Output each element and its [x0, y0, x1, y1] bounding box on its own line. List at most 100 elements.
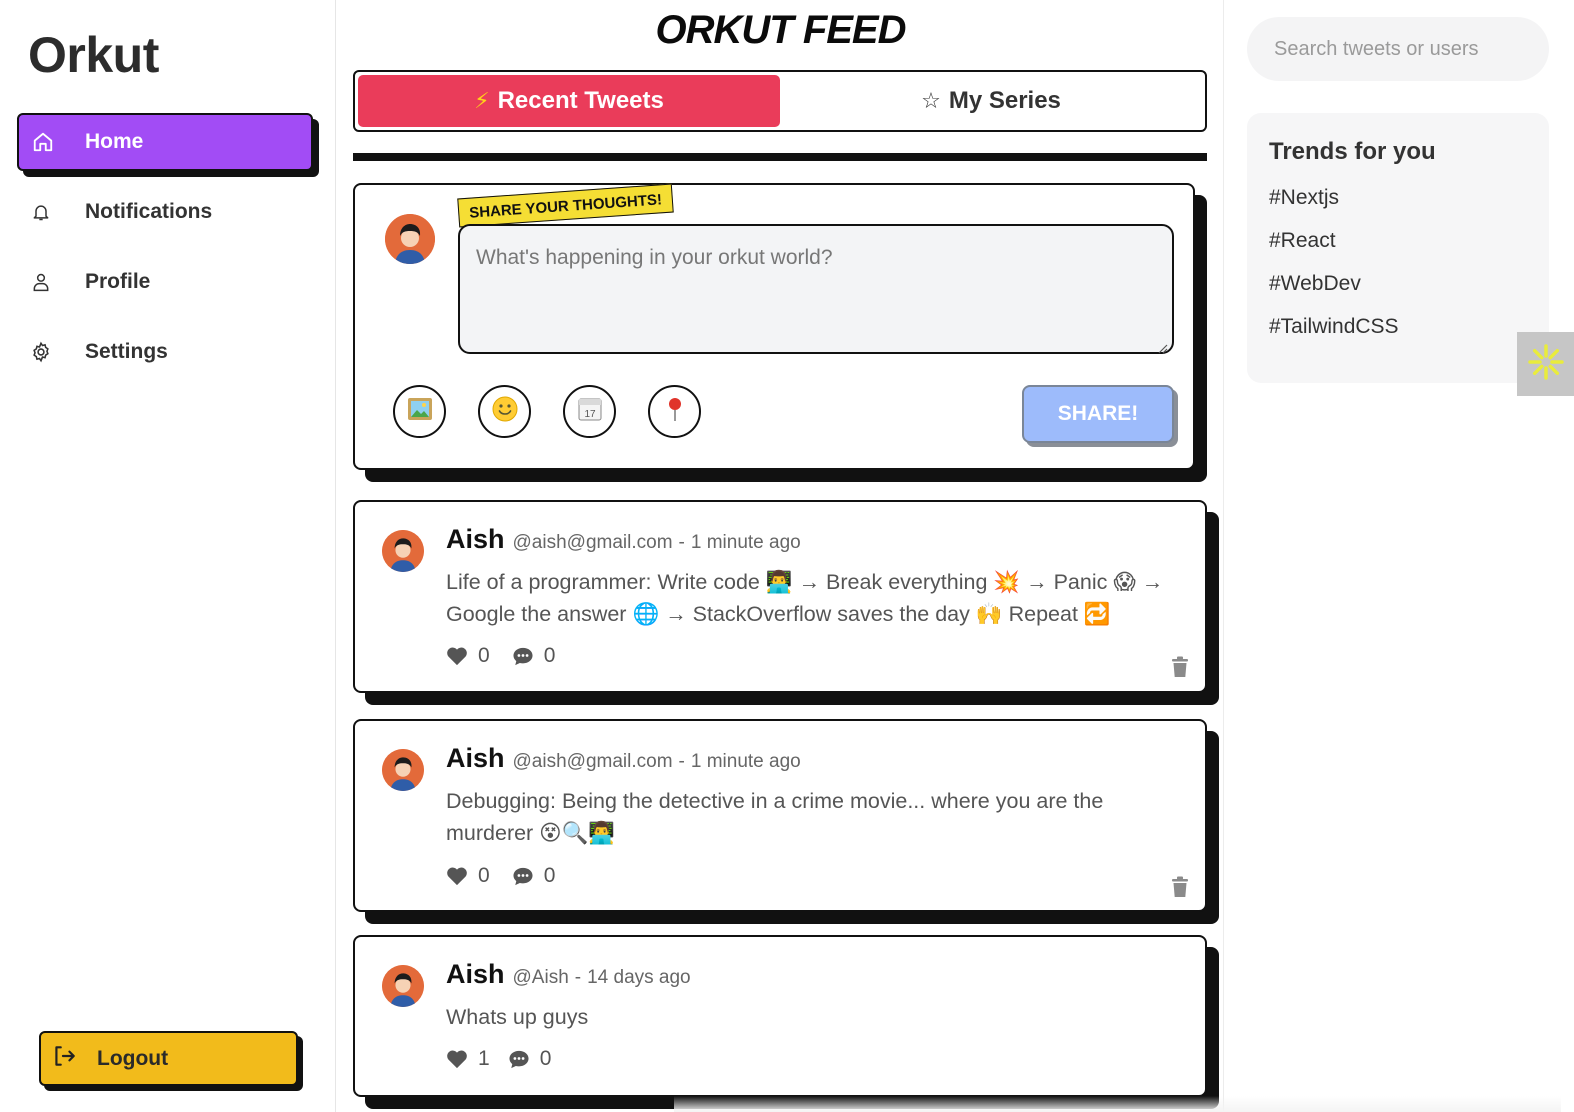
- location-pin-icon: [665, 396, 685, 427]
- tweet-actions: 1 0: [446, 1047, 573, 1071]
- tweet-meta-separator: -: [678, 532, 685, 553]
- tweet-card: Aish @aish@gmail.com - 1 minute ago Life…: [353, 500, 1207, 693]
- resize-handle-icon[interactable]: [1156, 336, 1168, 354]
- tweet-handle: @aish@gmail.com: [512, 532, 673, 553]
- trend-item[interactable]: #Nextjs: [1269, 186, 1527, 229]
- comment-button[interactable]: 0: [512, 864, 556, 888]
- search-input[interactable]: [1247, 17, 1549, 81]
- avatar[interactable]: [385, 214, 435, 264]
- feed-divider: [353, 153, 1207, 161]
- tweet-actions: 0 0: [446, 864, 577, 888]
- image-icon: [407, 397, 433, 426]
- heart-icon: [447, 1050, 467, 1069]
- sparkle-icon: [1527, 343, 1565, 386]
- share-thoughts-sticker: SHARE YOUR THOUGHTS!: [457, 183, 674, 228]
- comment-count: 0: [539, 1047, 552, 1070]
- tweet-meta-separator: -: [574, 967, 582, 988]
- nav-label-notifications: Notifications: [85, 200, 213, 223]
- nav-item-home[interactable]: Home: [17, 113, 313, 171]
- app-logo[interactable]: Orkut: [28, 26, 159, 84]
- add-emoji-button[interactable]: [478, 385, 531, 438]
- tweet-header: Aish @Aish - 14 days ago: [446, 959, 691, 990]
- trash-icon: [1172, 876, 1188, 897]
- tweet-text: Debugging: Being the detective in a crim…: [446, 789, 1104, 845]
- comment-count: 0: [543, 864, 556, 887]
- tab-label-recent-tweets: Recent Tweets: [497, 87, 664, 114]
- svg-text:17: 17: [584, 409, 596, 420]
- tweet-time: 1 minute ago: [690, 751, 801, 772]
- trend-item[interactable]: #TailwindCSS: [1269, 315, 1527, 358]
- like-button[interactable]: 0: [446, 644, 490, 668]
- tab-label-my-series: My Series: [948, 87, 1061, 114]
- logout-button[interactable]: Logout: [39, 1031, 298, 1086]
- compose-input[interactable]: What's happening in your orkut world?: [458, 224, 1174, 354]
- nav-label-profile: Profile: [85, 270, 151, 293]
- like-count: 1: [478, 1047, 490, 1070]
- star-icon: ☆: [921, 88, 941, 113]
- tweet-text: Whats up guys: [446, 1005, 589, 1029]
- avatar[interactable]: [382, 530, 424, 572]
- compose-placeholder: What's happening in your orkut world?: [476, 246, 833, 269]
- left-sidebar: Orkut Home Notifications Profile Setting…: [0, 0, 336, 1112]
- tweet-handle: @Aish: [512, 967, 569, 988]
- heart-icon: [447, 647, 467, 666]
- trends-title: Trends for you: [1269, 138, 1436, 165]
- tweet-author[interactable]: Aish: [446, 524, 505, 555]
- nav-item-notifications[interactable]: Notifications: [17, 183, 313, 241]
- tweet-text: Life of a programmer: Write code 👨‍💻 → B…: [446, 570, 1164, 626]
- like-button[interactable]: 1: [446, 1047, 490, 1071]
- tab-recent-tweets[interactable]: ⚡ Recent Tweets: [358, 75, 780, 127]
- tweet-author[interactable]: Aish: [446, 959, 505, 990]
- tweet-handle: @aish@gmail.com: [512, 751, 673, 772]
- delete-tweet-button[interactable]: [1171, 656, 1189, 683]
- comment-icon: [509, 1050, 529, 1069]
- nav-label-settings: Settings: [85, 340, 168, 363]
- add-location-button[interactable]: [648, 385, 701, 438]
- nav-item-profile[interactable]: Profile: [17, 253, 313, 311]
- trash-icon: [1172, 656, 1188, 677]
- tweet-actions: 0 0: [446, 644, 577, 668]
- tweet-author[interactable]: Aish: [446, 743, 505, 774]
- tweet-composer: SHARE YOUR THOUGHTS! What's happening in…: [353, 183, 1195, 470]
- tweet-header: Aish @aish@gmail.com - 1 minute ago: [446, 524, 801, 555]
- nav-label-home: Home: [85, 130, 144, 153]
- trends-panel: Trends for you #Nextjs #React #WebDev #T…: [1247, 113, 1549, 383]
- floating-widget-button[interactable]: [1517, 332, 1574, 396]
- emoji-icon: [492, 396, 518, 427]
- feed-column: ORKUT FEED ⚡ Recent Tweets ☆ My Series S…: [337, 0, 1561, 1112]
- page-title: ORKUT FEED: [655, 8, 907, 52]
- trend-item[interactable]: #WebDev: [1269, 272, 1527, 315]
- lightning-icon: ⚡: [474, 88, 490, 113]
- tweet-header: Aish @aish@gmail.com - 1 minute ago: [446, 743, 801, 774]
- like-count: 0: [478, 864, 490, 887]
- avatar[interactable]: [382, 965, 424, 1007]
- tab-my-series[interactable]: ☆ My Series: [780, 75, 1202, 127]
- scroll-fade: [674, 1096, 1561, 1112]
- tweet-card: Aish @Aish - 14 days ago Whats up guys 1…: [353, 935, 1207, 1097]
- nav-item-settings[interactable]: Settings: [17, 323, 313, 381]
- bell-icon: [29, 200, 53, 224]
- tweet-time: 1 minute ago: [690, 532, 801, 553]
- trend-item[interactable]: #React: [1269, 229, 1527, 272]
- tweet-time: 14 days ago: [587, 967, 691, 988]
- comment-button[interactable]: 0: [508, 1047, 552, 1071]
- user-icon: [29, 270, 53, 294]
- share-button[interactable]: SHARE!: [1022, 385, 1174, 443]
- like-button[interactable]: 0: [446, 864, 490, 888]
- home-icon: [31, 130, 55, 154]
- avatar[interactable]: [382, 749, 424, 791]
- add-image-button[interactable]: [393, 385, 446, 438]
- schedule-button[interactable]: 17: [563, 385, 616, 438]
- feed-tabs: ⚡ Recent Tweets ☆ My Series: [353, 70, 1207, 132]
- calendar-icon: 17: [577, 396, 603, 427]
- tweet-meta-separator: -: [678, 751, 685, 772]
- logout-icon: [51, 1043, 77, 1074]
- comment-button[interactable]: 0: [512, 644, 555, 668]
- delete-tweet-button[interactable]: [1171, 876, 1189, 903]
- gear-icon: [29, 340, 53, 364]
- heart-icon: [447, 867, 467, 886]
- comment-icon: [513, 647, 533, 666]
- main-nav: Home Notifications Profile Settings: [17, 113, 313, 393]
- tweet-card: Aish @aish@gmail.com - 1 minute ago Debu…: [353, 719, 1207, 912]
- like-count: 0: [478, 644, 490, 667]
